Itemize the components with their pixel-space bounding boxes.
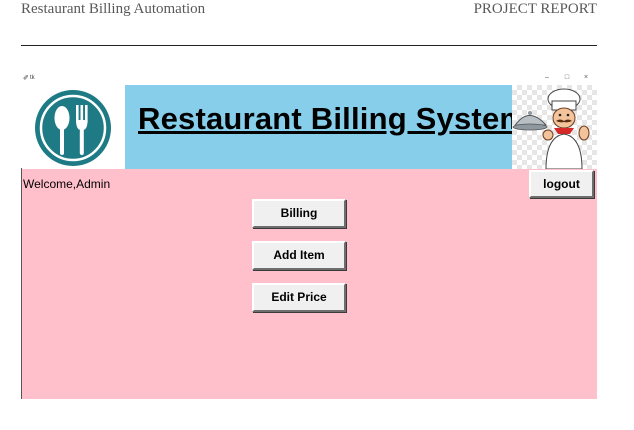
app-title: Restaurant Billing System	[138, 101, 528, 136]
spoon-fork-icon	[35, 90, 111, 166]
close-button[interactable]: ×	[580, 74, 592, 82]
app-header: Restaurant Billing System	[21, 85, 597, 169]
document-header-label: PROJECT REPORT	[473, 1, 597, 17]
chef-with-cloche-icon	[512, 88, 590, 169]
maximize-button[interactable]: □	[561, 74, 573, 82]
window-edge	[21, 168, 22, 399]
app-window-screenshot: ✐ tk – □ × Restaurant Billing System Wel…	[21, 72, 597, 399]
welcome-label: Welcome,Admin	[23, 177, 111, 191]
billing-button[interactable]: Billing	[252, 199, 346, 228]
window-title: tk	[30, 75, 35, 81]
header-rule	[21, 45, 597, 46]
main-panel: Welcome,Admin logout Billing Add Item Ed…	[21, 169, 597, 399]
logout-button[interactable]: logout	[529, 170, 594, 198]
logo	[21, 85, 125, 169]
minimize-button[interactable]: –	[541, 74, 553, 82]
chef-image	[512, 85, 597, 169]
tk-feather-icon: ✐	[23, 75, 29, 82]
window-titlebar: ✐ tk – □ ×	[21, 72, 597, 85]
edit-price-button[interactable]: Edit Price	[252, 283, 346, 312]
add-item-button[interactable]: Add Item	[252, 241, 346, 270]
document-header-title: Restaurant Billing Automation	[21, 1, 206, 17]
